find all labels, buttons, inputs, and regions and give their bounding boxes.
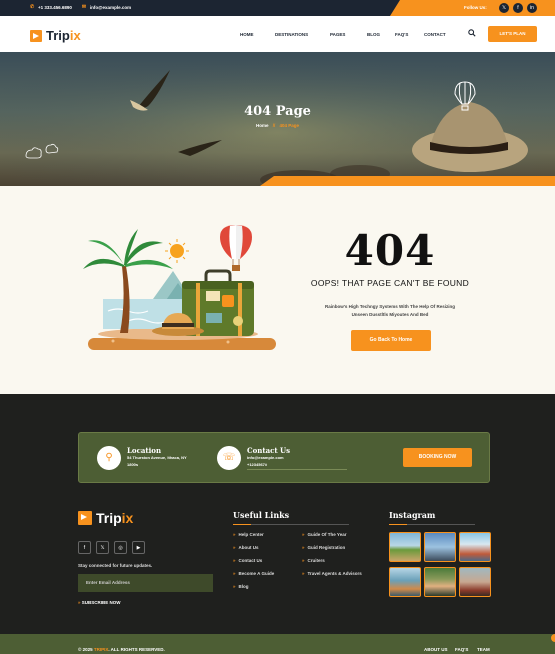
footer-link-become-guide[interactable]: » Become A Guide [233, 571, 274, 576]
social-bar: Follow Us: 𝕏 f in [390, 0, 555, 16]
bottom-link-team[interactable]: TEAM [477, 647, 490, 652]
instagram-photo-4[interactable] [389, 567, 421, 597]
footer-link-cruiters[interactable]: » Cruiters [302, 558, 325, 563]
follow-label: Follow Us: [464, 5, 487, 10]
footer-link-about-us[interactable]: » About Us [233, 545, 259, 550]
search-icon[interactable] [468, 29, 476, 37]
instagram-photo-2[interactable] [424, 532, 456, 562]
mail-icon: ✉ [81, 4, 87, 10]
top-bar: ✆ +1 333.456.6890 ✉ info@example.com Fol… [0, 0, 555, 16]
phone-text: +1 333.456.6890 [38, 5, 72, 10]
hero-accent-stripe [260, 176, 555, 186]
page-title: 404 Page [244, 104, 311, 119]
instagram-icon[interactable]: ◎ [114, 541, 127, 554]
location-address: 54 Thurston Avenue, Ithaca, NY 1800s [127, 455, 187, 467]
error-description: Rainbow's High Techngy Systems With The … [305, 303, 475, 319]
nav-pages[interactable]: PAGES [330, 32, 345, 37]
footer-link-help-center[interactable]: » Help Center [233, 532, 264, 537]
instagram-photo-5[interactable] [424, 567, 456, 597]
phone-info[interactable]: ✆ +1 333.456.6890 [30, 4, 72, 11]
breadcrumb-separator: // [272, 123, 276, 128]
footer-link-travel-agents[interactable]: » Travel Agents & Advisors [302, 571, 362, 576]
copyright-bar: © 2025 TRIPIX. ALL RIGHTS RESERVED. ABOU… [0, 634, 555, 654]
location-pin-icon: ⚲ [97, 446, 121, 470]
contact-details: info@example.com +1234567# [247, 455, 284, 467]
linkedin-icon[interactable]: in [527, 3, 537, 13]
error-section: 404 OOPS! THAT PAGE CAN'T BE FOUND Rainb… [0, 186, 555, 394]
nav-blog[interactable]: BLOG [367, 32, 380, 37]
contact-divider [247, 469, 347, 470]
footer-logo[interactable]: Tripix [78, 510, 133, 526]
bottom-link-faqs[interactable]: FAQ'S [455, 647, 468, 652]
logo-icon [30, 29, 42, 42]
error-desc-line-1: Rainbow's High Techngy Systems With The … [325, 304, 455, 309]
email-text: info@example.com [89, 5, 132, 10]
error-desc-line-2: Unseen Dusstltls Miyoutes And Bed [351, 312, 429, 317]
breadcrumb-home[interactable]: Home [256, 123, 269, 128]
footer-logo-text: Tripix [96, 510, 134, 526]
booking-now-button[interactable]: BOOKING NOW [403, 448, 472, 467]
stay-connected-text: Stay connected for future updates. [78, 563, 153, 568]
error-code: 404 [344, 226, 436, 275]
facebook-icon[interactable]: f [78, 541, 91, 554]
contact-title: Contact Us [247, 446, 291, 455]
instagram-photo-3[interactable] [459, 532, 491, 562]
footer-link-blog[interactable]: » Blog [233, 584, 249, 589]
scroll-top-button[interactable] [551, 634, 555, 642]
subscribe-button[interactable]: » SUBSCRIBE NOW [78, 600, 121, 605]
x-icon[interactable]: 𝕏 [499, 3, 509, 13]
breadcrumb: Home // 404 Page [0, 123, 555, 128]
bottom-link-about-us[interactable]: ABOUT US [424, 647, 448, 652]
breadcrumb-current: 404 Page [279, 123, 300, 128]
nav-contact[interactable]: CONTACT [424, 32, 446, 37]
contact-box: ⚲ Location 54 Thurston Avenue, Ithaca, N… [78, 432, 490, 483]
facebook-icon[interactable]: f [513, 3, 523, 13]
location-title: Location [127, 446, 162, 455]
site-logo[interactable]: Tripix [30, 28, 81, 43]
nav-home[interactable]: HOME [240, 32, 254, 37]
footer-link-contact-us[interactable]: » Contact Us [233, 558, 262, 563]
arrow-icon: » [78, 600, 81, 605]
phone-icon: ✆ [30, 4, 35, 10]
x-icon[interactable]: 𝕏 [96, 541, 109, 554]
page-hero: 404 Page Home // 404 Page [0, 52, 555, 186]
youtube-icon[interactable]: ▶ [132, 541, 145, 554]
nav-destinations[interactable]: DESTINATIONS [275, 32, 308, 37]
copyright-text: © 2025 TRIPIX. ALL RIGHTS RESERVED. [78, 647, 165, 652]
useful-links-heading: Useful Links [233, 510, 290, 520]
phone-icon: ☏ [217, 446, 241, 470]
instagram-heading: Instagram [389, 510, 436, 520]
nav-faqs[interactable]: FAQ'S [395, 32, 408, 37]
footer-link-guide-of-year[interactable]: » Guide Of The Year [302, 532, 346, 537]
instagram-underline [389, 524, 475, 525]
logo-icon [78, 511, 92, 525]
back-home-button[interactable]: Go Back To Home [351, 330, 431, 351]
footer: ⚲ Location 54 Thurston Avenue, Ithaca, N… [0, 394, 555, 634]
useful-links-underline [233, 524, 349, 525]
hero-background-image [0, 52, 555, 186]
travel-illustration [83, 225, 276, 350]
instagram-photo-1[interactable] [389, 532, 421, 562]
email-info[interactable]: ✉ info@example.com [81, 4, 132, 11]
error-heading: OOPS! THAT PAGE CAN'T BE FOUND [310, 278, 470, 288]
newsletter-email-input[interactable]: Enter Email Address [78, 574, 213, 592]
lets-plan-button[interactable]: LET'S PLAN [488, 26, 537, 42]
footer-link-guide-registration[interactable]: » Guid Registration [302, 545, 345, 550]
logo-text: Tripix [46, 28, 81, 43]
instagram-photo-6[interactable] [459, 567, 491, 597]
header: Tripix HOME DESTINATIONS PAGES BLOG FAQ'… [0, 16, 555, 52]
